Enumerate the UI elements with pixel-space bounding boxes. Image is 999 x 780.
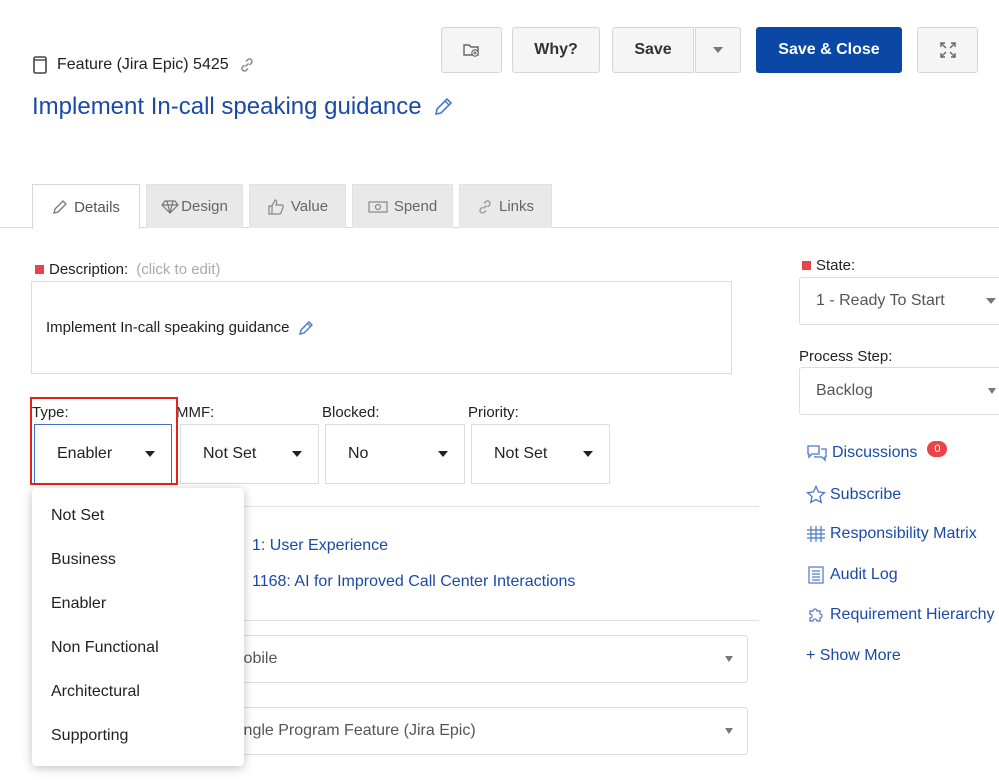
chevron-down-icon (725, 656, 733, 662)
tab-links[interactable]: Links (459, 184, 552, 228)
money-icon (368, 200, 388, 214)
process-step-value: Backlog (816, 382, 873, 399)
chat-icon (806, 444, 828, 462)
subscribe-link[interactable]: Subscribe (806, 485, 901, 505)
state-label-row: State: (802, 257, 855, 274)
expand-button[interactable] (917, 27, 978, 73)
page-title-text: Implement In-call speaking guidance (32, 93, 422, 120)
state-label: State: (816, 257, 856, 274)
chevron-down-icon (986, 298, 996, 304)
mmf-select-value: Not Set (203, 445, 257, 462)
discussions-count-badge: 0 (927, 441, 948, 457)
tab-value-label: Value (290, 198, 329, 215)
save-button[interactable]: Save (612, 27, 694, 73)
discussions-link[interactable]: Discussions 0 (806, 441, 948, 462)
parent-link-1[interactable]: 1: User Experience (252, 537, 388, 555)
parent-link-2[interactable]: 1168: AI for Improved Call Center Intera… (252, 573, 575, 591)
description-label-row: Description: (click to edit) (35, 261, 220, 278)
requirement-hierarchy-link[interactable]: Requirement Hierarchy (806, 605, 995, 625)
tab-spend[interactable]: Spend (352, 184, 453, 228)
why-button[interactable]: Why? (512, 27, 600, 73)
blocked-select[interactable]: No (325, 424, 465, 484)
product-select-value: lobile (240, 650, 278, 667)
required-marker (35, 265, 44, 274)
audit-log-label: Audit Log (830, 566, 898, 583)
pencil-icon (52, 199, 68, 215)
mmf-label: MMF: (176, 404, 215, 421)
blocked-label: Blocked: (322, 404, 380, 421)
type-field-highlight (30, 397, 178, 485)
type-option-non-functional[interactable]: Non Functional (32, 626, 244, 670)
item-kind-label: Feature (Jira Epic) 5425 (57, 56, 229, 73)
page-title: Implement In-call speaking guidance (32, 93, 454, 121)
responsibility-matrix-label: Responsibility Matrix (830, 525, 977, 542)
mmf-select[interactable]: Not Set (180, 424, 319, 484)
add-to-folder-button[interactable] (441, 27, 502, 73)
priority-label: Priority: (468, 404, 519, 421)
puzzle-icon (806, 605, 826, 625)
requirement-hierarchy-label: Requirement Hierarchy (830, 606, 995, 623)
item-type-select-value: ingle Program Feature (Jira Epic) (240, 722, 476, 739)
type-option-supporting[interactable]: Supporting (32, 714, 244, 758)
tab-design[interactable]: Design (146, 184, 243, 228)
chevron-down-icon (438, 451, 448, 457)
document-icon (33, 56, 47, 74)
description-hint: (click to edit) (136, 261, 221, 278)
link-icon (477, 199, 493, 215)
type-dropdown-menu: Not Set Business Enabler Non Functional … (32, 488, 244, 766)
link-icon[interactable] (239, 57, 255, 73)
tab-details[interactable]: Details (32, 184, 140, 229)
chevron-down-icon (713, 47, 723, 53)
blocked-select-value: No (348, 445, 369, 462)
process-step-label: Process Step: (799, 348, 893, 365)
subscribe-label: Subscribe (830, 486, 902, 503)
chevron-down-icon (988, 388, 996, 394)
tab-links-label: Links (498, 198, 535, 215)
edit-pencil-icon[interactable] (432, 96, 454, 118)
diamond-icon (161, 199, 179, 214)
tab-spend-label: Spend (393, 198, 438, 215)
type-option-architectural[interactable]: Architectural (32, 670, 244, 714)
chevron-down-icon (583, 451, 593, 457)
type-option-not-set[interactable]: Not Set (32, 494, 244, 538)
item-kind-header: Feature (Jira Epic) 5425 (33, 56, 255, 74)
save-options-dropdown[interactable] (695, 27, 741, 73)
show-more-link[interactable]: + Show More (806, 647, 901, 665)
description-label: Description: (49, 261, 129, 278)
priority-select[interactable]: Not Set (471, 424, 610, 484)
priority-select-value: Not Set (494, 445, 548, 462)
tab-design-label: Design (181, 198, 228, 215)
required-marker (802, 261, 811, 270)
section-divider (215, 620, 759, 621)
product-select[interactable]: lobile (215, 635, 748, 683)
chevron-down-icon (292, 451, 302, 457)
tab-details-label: Details (74, 198, 120, 216)
section-divider (215, 506, 759, 507)
process-step-select[interactable]: Backlog (799, 367, 999, 415)
discussions-label: Discussions (832, 444, 918, 461)
folder-add-icon (462, 42, 481, 58)
thumbs-up-icon (267, 198, 285, 216)
type-option-enabler[interactable]: Enabler (32, 582, 244, 626)
save-close-button[interactable]: Save & Close (756, 27, 902, 73)
description-field[interactable]: Implement In-call speaking guidance (31, 281, 732, 374)
responsibility-matrix-link[interactable]: Responsibility Matrix (806, 525, 977, 543)
grid-icon (806, 525, 826, 543)
star-icon (806, 485, 826, 505)
type-option-business[interactable]: Business (32, 538, 244, 582)
audit-log-link[interactable]: Audit Log (806, 565, 898, 585)
notebook-icon (806, 565, 826, 585)
state-select-value: 1 - Ready To Start (816, 292, 945, 309)
state-select[interactable]: 1 - Ready To Start (799, 277, 999, 325)
chevron-down-icon (725, 728, 733, 734)
edit-pencil-icon[interactable] (297, 319, 315, 337)
expand-icon (939, 41, 957, 59)
tab-value[interactable]: Value (249, 184, 346, 228)
item-type-select[interactable]: ingle Program Feature (Jira Epic) (215, 707, 748, 755)
description-value: Implement In-call speaking guidance (46, 319, 290, 336)
